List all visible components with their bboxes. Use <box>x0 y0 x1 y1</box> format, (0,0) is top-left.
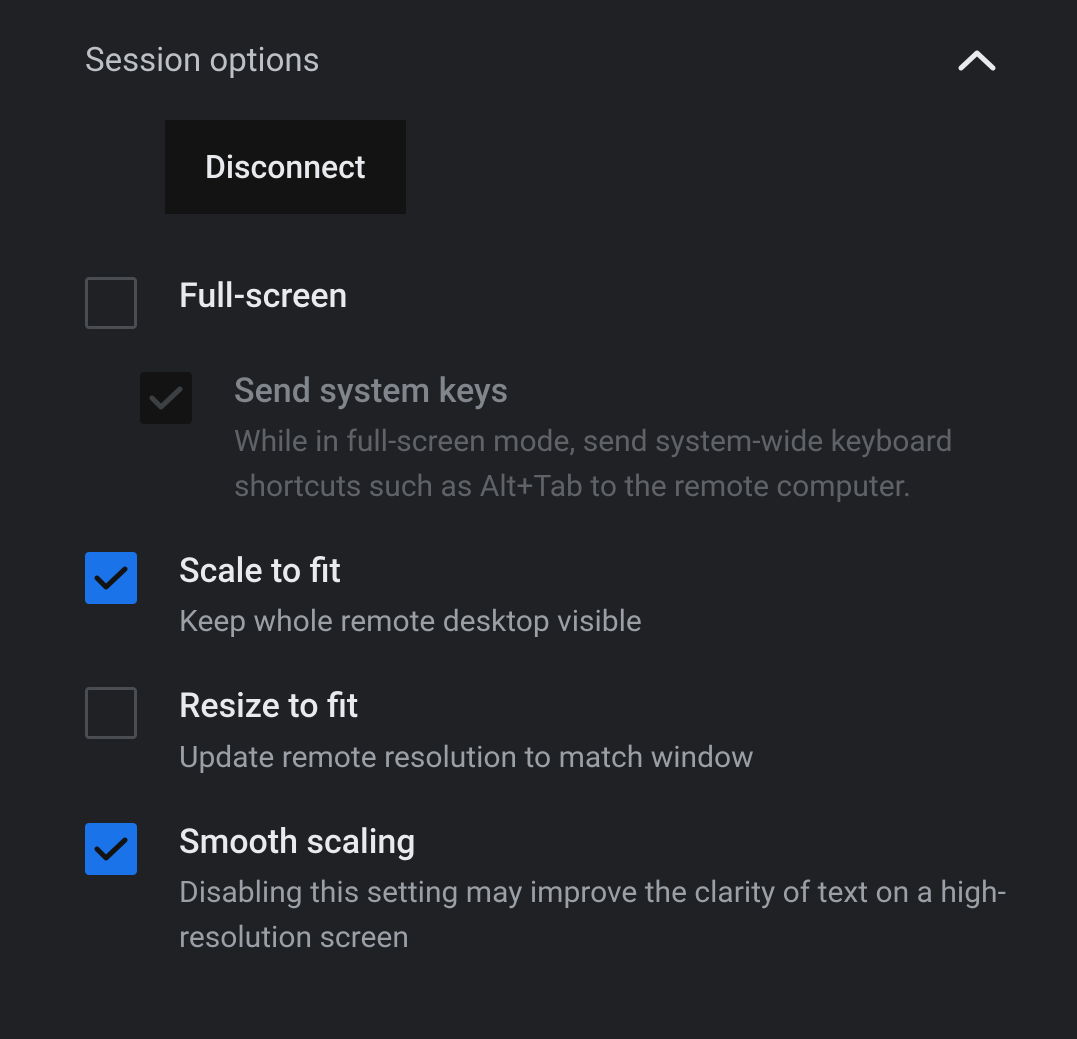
smooth-scaling-description: Disabling this setting may improve the c… <box>179 870 1047 960</box>
resize-to-fit-option[interactable]: Resize to fit Update remote resolution t… <box>0 664 1077 799</box>
check-icon <box>94 836 128 862</box>
full-screen-option[interactable]: Full-screen <box>0 254 1077 349</box>
resize-to-fit-checkbox[interactable] <box>85 687 137 739</box>
session-options-header: Session options <box>0 0 1077 110</box>
scale-to-fit-label: Scale to fit <box>179 549 1047 593</box>
send-system-keys-label: Send system keys <box>234 369 1047 413</box>
full-screen-text: Full-screen <box>179 274 1047 318</box>
smooth-scaling-checkbox[interactable] <box>85 823 137 875</box>
check-icon <box>149 385 183 411</box>
section-title: Session options <box>85 41 320 80</box>
send-system-keys-checkbox <box>140 372 192 424</box>
smooth-scaling-text: Smooth scaling Disabling this setting ma… <box>179 820 1047 960</box>
resize-to-fit-label: Resize to fit <box>179 684 1047 728</box>
full-screen-checkbox[interactable] <box>85 277 137 329</box>
disconnect-button[interactable]: Disconnect <box>165 120 406 214</box>
check-icon <box>94 565 128 591</box>
scale-to-fit-description: Keep whole remote desktop visible <box>179 599 1047 644</box>
scale-to-fit-option[interactable]: Scale to fit Keep whole remote desktop v… <box>0 529 1077 664</box>
smooth-scaling-label: Smooth scaling <box>179 820 1047 864</box>
resize-to-fit-text: Resize to fit Update remote resolution t… <box>179 684 1047 779</box>
send-system-keys-text: Send system keys While in full-screen mo… <box>234 369 1047 509</box>
chevron-up-icon[interactable] <box>957 40 997 80</box>
full-screen-label: Full-screen <box>179 274 1047 318</box>
scale-to-fit-checkbox[interactable] <box>85 552 137 604</box>
scale-to-fit-text: Scale to fit Keep whole remote desktop v… <box>179 549 1047 644</box>
smooth-scaling-option[interactable]: Smooth scaling Disabling this setting ma… <box>0 800 1077 980</box>
send-system-keys-option: Send system keys While in full-screen mo… <box>0 349 1077 529</box>
send-system-keys-description: While in full-screen mode, send system-w… <box>234 419 1047 509</box>
resize-to-fit-description: Update remote resolution to match window <box>179 735 1047 780</box>
chevron-up-icon-svg <box>958 48 996 72</box>
